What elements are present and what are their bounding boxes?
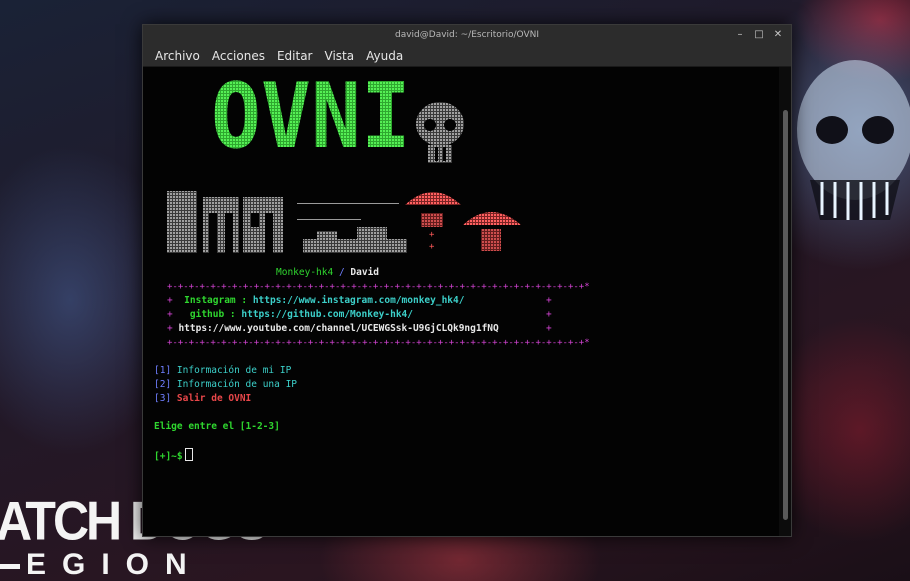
option-3: [3] Salir de OVNI — [154, 393, 251, 405]
youtube-line: + https://www.youtube.com/channel/UCEWGS… — [167, 323, 499, 334]
skull-icon — [416, 102, 464, 163]
menu-ayuda[interactable]: Ayuda — [360, 49, 409, 63]
youtube-url[interactable]: https://www.youtube.com/channel/UCEWGSsk… — [178, 323, 498, 334]
menu-archivo[interactable]: Archivo — [149, 49, 206, 63]
menu-bar: Archivo Acciones Editar Vista Ayuda — [143, 45, 791, 67]
github-url[interactable]: https://github.com/Monkey-hk4/ — [241, 309, 413, 320]
menu-vista[interactable]: Vista — [319, 49, 361, 63]
choice-prompt: Elige entre el [1-2-3] — [154, 421, 280, 432]
svg-text:+: + — [429, 242, 435, 252]
option-2-label: Información de una IP — [176, 379, 298, 390]
blocks-art — [167, 191, 407, 253]
option-2: [2] Información de una IP — [154, 379, 297, 391]
shell-prompt-line[interactable]: [+]~$ — [154, 448, 193, 463]
scrollbar-track[interactable] — [779, 67, 791, 536]
menu-editar[interactable]: Editar — [271, 49, 319, 63]
instagram-label: Instagram : — [184, 295, 248, 306]
shell-prompt: [+]~$ — [154, 451, 183, 462]
github-label: github : — [189, 309, 236, 320]
user-name: David — [350, 267, 380, 278]
option-1-label: Información de mi IP — [176, 365, 292, 376]
option-3-num: [3] — [154, 393, 172, 404]
skull-mask-art — [797, 60, 910, 220]
author-name: Monkey-hk4 — [276, 267, 334, 278]
border-bottom: +-+-+-+-+-+-+-+-+-+-+-+-+-+-+-+-+-+-+-+-… — [167, 338, 590, 348]
banner-title: OVNI — [211, 67, 411, 169]
wallpaper-logo-sub: EGION — [0, 548, 203, 581]
close-icon[interactable]: ✕ — [773, 25, 783, 45]
minimize-icon[interactable]: – — [735, 25, 745, 45]
title-bar[interactable]: david@David: ~/Escritorio/OVNI – □ ✕ — [143, 25, 791, 45]
option-3-label: Salir de OVNI — [176, 393, 252, 404]
instagram-line: + Instagram : https://www.instagram.com/… — [167, 295, 465, 306]
cursor[interactable] — [184, 448, 193, 461]
option-1-num: [1] — [154, 365, 172, 376]
border-right-3: + — [546, 323, 552, 334]
svg-text:+: + — [429, 230, 435, 240]
ovni-banner: OVNI + + — [167, 67, 521, 253]
ufo-icon: + + — [405, 192, 521, 252]
border-right-1: + — [546, 295, 552, 306]
window-title: david@David: ~/Escritorio/OVNI — [395, 30, 539, 40]
border-top: +-+-+-+-+-+-+-+-+-+-+-+-+-+-+-+-+-+-+-+-… — [167, 282, 590, 292]
maximize-icon[interactable]: □ — [754, 25, 764, 45]
terminal-window[interactable]: david@David: ~/Escritorio/OVNI – □ ✕ Arc… — [142, 24, 792, 537]
instagram-url[interactable]: https://www.instagram.com/monkey_hk4/ — [253, 295, 465, 306]
github-line: + github : https://github.com/Monkey-hk4… — [167, 309, 413, 320]
credits-line: Monkey-hk4 / David — [276, 267, 379, 279]
option-2-num: [2] — [154, 379, 172, 390]
option-1: [1] Información de mi IP — [154, 365, 291, 377]
menu-acciones[interactable]: Acciones — [206, 49, 271, 63]
border-right-2: + — [546, 309, 552, 320]
credits-separator: / — [338, 267, 345, 278]
scrollbar-thumb[interactable] — [783, 110, 788, 520]
terminal-output[interactable]: OVNI + + Monkey-hk4 / David +-+-+-+-+-+-… — [143, 67, 779, 536]
